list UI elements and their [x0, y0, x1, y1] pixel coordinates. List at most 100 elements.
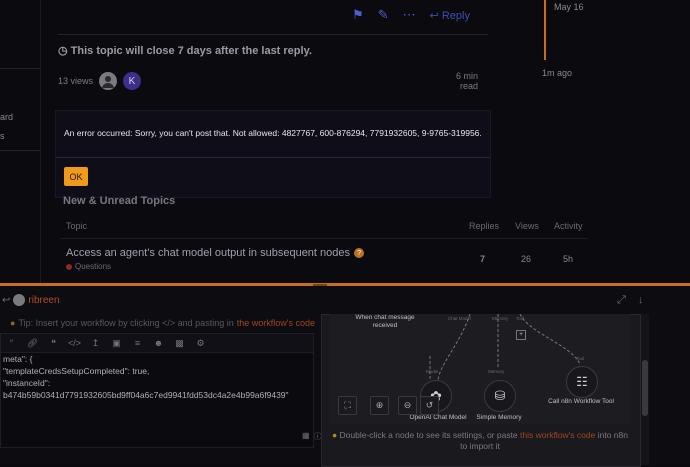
node-label-trigger: When chat message received — [355, 314, 415, 329]
reply-button[interactable]: ↩ Reply — [430, 9, 470, 22]
zoom-out-icon[interactable]: ⊖ — [398, 396, 417, 415]
sidebar-item[interactable]: ard — [0, 112, 13, 122]
workflow-tool-node[interactable]: ☷ — [566, 366, 598, 398]
editor-line: b474b59b0341d7791932605bd9ff04a6c7ed9941… — [3, 390, 289, 400]
composer-tip: ● Tip: Insert your workflow by clicking … — [10, 318, 315, 328]
timeline-scrubber[interactable] — [544, 0, 546, 60]
mini-label-memory: Memory — [492, 316, 509, 321]
column-header-topic[interactable]: Topic — [66, 221, 87, 231]
read-time-value: 6 min — [455, 71, 478, 81]
hint-link[interactable]: this workflow's code — [520, 430, 595, 440]
table-icon[interactable]: ▦ — [302, 431, 310, 442]
hint-text: Double-click a node to see its settings,… — [339, 430, 518, 440]
dialog-divider — [56, 157, 490, 158]
post-actions: ⚑ ✎ ⋯ ↩ Reply — [352, 5, 482, 25]
mini-label-tool-2: Tool — [576, 356, 585, 361]
node-label-chat-model: OpenAI Chat Model — [409, 414, 467, 421]
topic-list-title: New & Unread Topics — [63, 195, 176, 207]
table-divider — [60, 238, 588, 239]
reply-to: ↩ ribreen — [2, 294, 60, 306]
preview-scroll-thumb[interactable] — [642, 360, 648, 416]
composer-textarea[interactable]: meta": { "templateCredsSetupCompleted": … — [0, 352, 314, 448]
clock-icon: ◷ — [58, 45, 68, 57]
node-label-tool: Call n8n Workflow Tool — [548, 398, 614, 405]
reset-zoom-icon[interactable]: ↺ — [420, 396, 439, 415]
column-header-replies[interactable]: Replies — [469, 221, 499, 231]
tip-text: Tip: Insert your workflow by clicking </… — [18, 318, 234, 328]
topic-title: Access an agent's chat model output in s… — [66, 247, 351, 259]
workflow-canvas[interactable]: When chat message received Chat Model Me… — [330, 314, 630, 424]
tip-link[interactable]: the workflow's code — [237, 318, 315, 328]
error-dialog: An error occurred: Sorry, you can't post… — [55, 110, 491, 198]
close-notice-text: This topic will close 7 days after the l… — [70, 45, 312, 57]
sidebar-item[interactable]: s — [0, 131, 5, 141]
timeline-ago: 1m ago — [542, 68, 573, 78]
question-icon: ? — [354, 248, 365, 258]
avatar[interactable]: K — [123, 72, 142, 90]
composer-resize-bar[interactable] — [0, 283, 690, 286]
edit-icon[interactable]: ✎ — [378, 7, 389, 23]
quote-icon[interactable]: “ — [1, 338, 22, 348]
list-icon[interactable]: ≡ — [127, 338, 148, 348]
mini-label-model: Model — [426, 369, 439, 374]
avatar — [13, 294, 26, 306]
column-header-activity[interactable]: Activity — [554, 221, 583, 231]
read-time-unit: read — [459, 81, 478, 91]
column-header-views[interactable]: Views — [515, 221, 539, 231]
more-icon[interactable]: ⋯ — [403, 7, 416, 23]
upload-icon[interactable]: ↥ — [85, 338, 106, 349]
add-node-icon[interactable]: + — [516, 330, 526, 340]
editor-toolbar: “ 🔗︎ ❝ </> ↥ ▣ ≡ ☻ ▩ ⚙ — [0, 333, 314, 353]
category-label: Questions — [75, 262, 112, 271]
activity-time: 5h — [563, 254, 574, 264]
lightbulb-icon: ● — [10, 318, 16, 328]
expand-icon[interactable]: ⤢ — [617, 294, 626, 307]
zoom-in-icon[interactable]: ⊕ — [370, 396, 389, 415]
reply-label: Reply — [441, 9, 470, 22]
avatar[interactable] — [99, 72, 118, 90]
reply-arrow-icon: ↩ — [2, 294, 11, 306]
database-icon: ⛁ — [494, 388, 506, 403]
flag-icon[interactable]: ⚑ — [352, 7, 364, 23]
fit-view-icon[interactable]: ⛶ — [338, 396, 357, 415]
sidebar-divider — [0, 68, 40, 69]
view-count: 13 views — [58, 76, 94, 86]
memory-node[interactable]: ⛁ — [484, 380, 516, 412]
error-message: An error occurred: Sorry, you can't post… — [64, 128, 482, 138]
post-divider — [58, 34, 488, 35]
editor-status: ▦ ⓘ — [302, 431, 322, 442]
sitemap-icon: ☷ — [576, 374, 588, 389]
topic-link[interactable]: Access an agent's chat model output in s… — [66, 247, 365, 259]
mini-label-tool: Tool — [516, 316, 525, 321]
mini-label-chat-model: Chat Model — [448, 316, 472, 321]
lightbulb-icon: ● — [332, 430, 338, 440]
left-sidebar — [0, 0, 41, 283]
calendar-icon[interactable]: ▩ — [169, 338, 190, 349]
views-count: 26 — [521, 254, 532, 264]
image-icon[interactable]: ▣ — [106, 338, 127, 349]
link-icon[interactable]: 🔗︎ — [22, 338, 43, 349]
category-badge-icon — [66, 263, 72, 270]
topic-category[interactable]: Questions — [66, 262, 111, 271]
post-meta: 13 views K — [58, 72, 142, 90]
resize-grip[interactable] — [313, 284, 327, 286]
timeline-date: May 16 — [554, 2, 584, 12]
preview-hint: ● Double-click a node to see its setting… — [332, 430, 628, 452]
editor-line: meta": { — [3, 354, 33, 364]
node-label-memory: Simple Memory — [476, 414, 522, 421]
gear-icon[interactable]: ⚙ — [190, 338, 211, 349]
emoji-icon[interactable]: ☻ — [148, 338, 169, 348]
blockquote-icon[interactable]: ❝ — [43, 338, 64, 349]
read-time: 6 min read — [440, 71, 478, 91]
editor-line: "templateCredsSetupCompleted": true, — [3, 366, 150, 376]
topic-close-notice: ◷ This topic will close 7 days after the… — [58, 44, 312, 57]
user-silhouette-icon — [102, 76, 115, 88]
reply-to-username[interactable]: ribreen — [28, 295, 59, 306]
sidebar-divider — [0, 150, 40, 151]
mini-label-memory-2: Memory — [488, 369, 505, 374]
ok-button[interactable]: OK — [64, 167, 88, 186]
editor-line: "instanceId": — [3, 378, 51, 388]
replies-count: 7 — [480, 254, 486, 264]
code-icon[interactable]: </> — [64, 338, 85, 348]
collapse-icon[interactable]: ↓ — [638, 294, 644, 306]
